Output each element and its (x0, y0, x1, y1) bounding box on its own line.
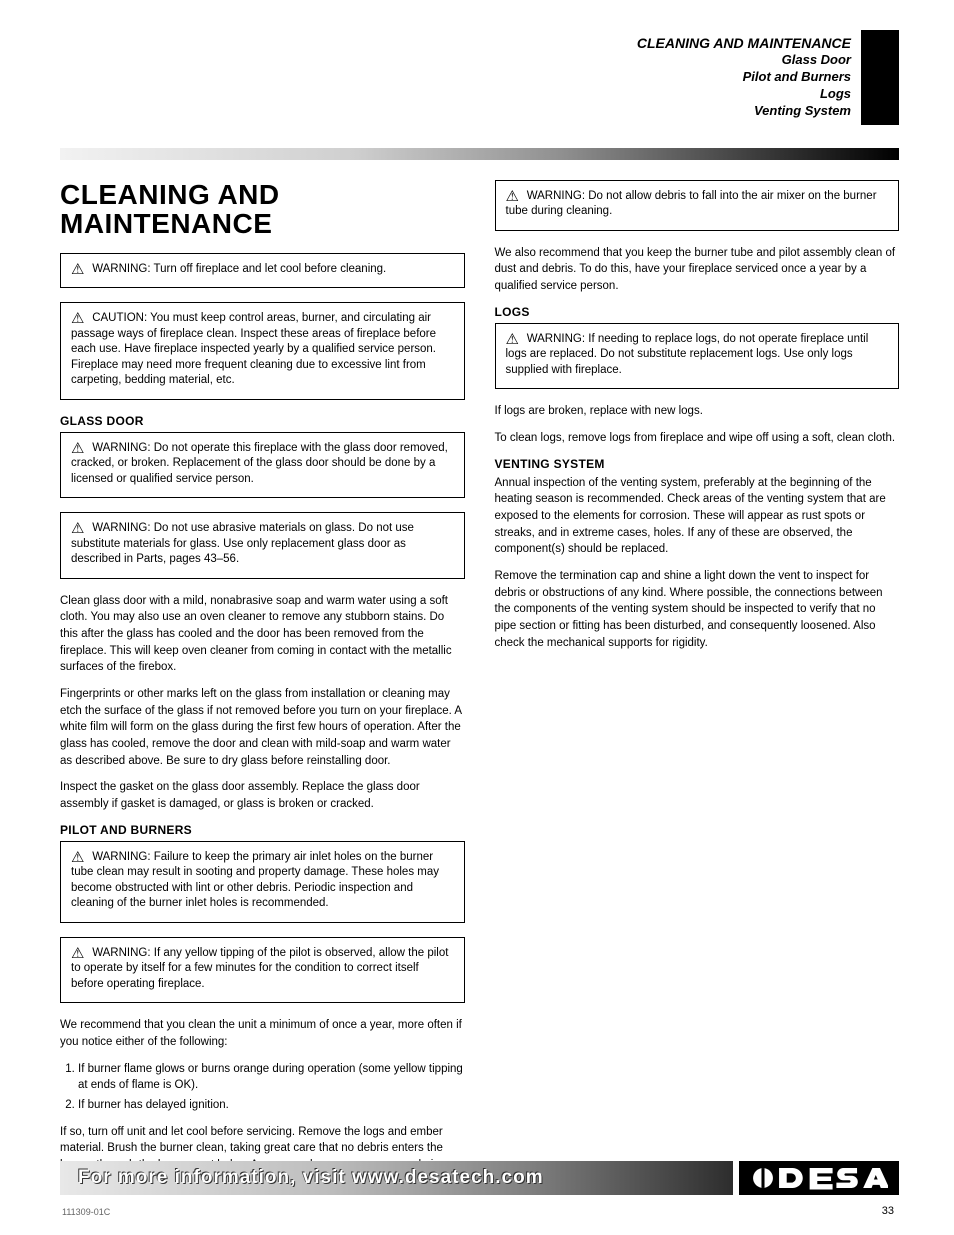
warning-text-2: WARNING: Do not operate this fireplace w… (71, 442, 448, 485)
vent-paragraph-2: Remove the termination cap and shine a l… (495, 568, 900, 651)
pilot-list: If burner flame glows or burns orange du… (78, 1061, 465, 1114)
footer-gradient: For more information, visit www.desatech… (60, 1161, 733, 1195)
desa-logo (739, 1161, 899, 1195)
header-block: CLEANING AND MAINTENANCE Glass Door Pilo… (60, 30, 899, 120)
glass-paragraph-2: Fingerprints or other marks left on the … (60, 686, 465, 769)
caution-text-1: CAUTION: You must keep control areas, bu… (71, 312, 436, 386)
warning-icon: ⚠ (506, 332, 524, 347)
subhead-glass: GLASS DOOR (60, 414, 465, 428)
warning-icon: ⚠ (71, 262, 89, 277)
warning-text-4: WARNING: Failure to keep the primary air… (71, 851, 439, 910)
warning-box-3: ⚠ WARNING: Do not use abrasive materials… (60, 512, 465, 579)
warning-icon: ⚠ (71, 441, 89, 456)
vent-paragraph-1: Annual inspection of the venting system,… (495, 475, 900, 558)
header-line-3: Venting System (637, 103, 851, 120)
header-line-0: Glass Door (637, 52, 851, 69)
page-title: CLEANING AND MAINTENANCE (60, 180, 465, 239)
right-column: ⚠ WARNING: Do not allow debris to fall i… (495, 180, 900, 1201)
warning-box-4: ⚠ WARNING: Failure to keep the primary a… (60, 841, 465, 923)
warning-icon: ⚠ (71, 311, 89, 326)
header-line-1: Pilot and Burners (637, 69, 851, 86)
divider-gradient (60, 148, 899, 160)
cleaner-paragraph: We also recommend that you keep the burn… (495, 245, 900, 295)
glass-paragraph-3: Inspect the gasket on the glass door ass… (60, 779, 465, 812)
subhead-venting: VENTING SYSTEM (495, 457, 900, 471)
warning-icon: ⚠ (71, 850, 89, 865)
header-main: CLEANING AND MAINTENANCE (637, 34, 851, 52)
footer-bar: For more information, visit www.desatech… (60, 1161, 899, 1195)
warning-icon: ⚠ (506, 189, 524, 204)
warning-text-7: WARNING: If needing to replace logs, do … (506, 333, 869, 376)
header-line-2: Logs (637, 86, 851, 103)
logs-paragraph-1: If logs are broken, replace with new log… (495, 403, 900, 420)
warning-box-2: ⚠ WARNING: Do not operate this fireplace… (60, 432, 465, 499)
logo-icon (750, 1165, 888, 1191)
subhead-logs: LOGS (495, 305, 900, 319)
page-id: 111309-01C (62, 1207, 110, 1217)
warning-icon: ⚠ (71, 521, 89, 536)
warning-box-5: ⚠ WARNING: If any yellow tipping of the … (60, 937, 465, 1004)
glass-paragraph-1: Clean glass door with a mild, nonabrasiv… (60, 593, 465, 676)
warning-icon: ⚠ (71, 946, 89, 961)
list-item: If burner has delayed ignition. (78, 1097, 465, 1114)
page-number: 33 (882, 1205, 894, 1217)
header-tab (861, 30, 899, 125)
footer-text: For more information, visit www.desatech… (78, 1167, 544, 1189)
pilot-paragraph-1: We recommend that you clean the unit a m… (60, 1017, 465, 1050)
warning-box-6: ⚠ WARNING: Do not allow debris to fall i… (495, 180, 900, 231)
list-item: If burner flame glows or burns orange du… (78, 1061, 465, 1094)
warning-text-1: WARNING: Turn off fireplace and let cool… (92, 263, 386, 275)
left-column: CLEANING AND MAINTENANCE ⚠ WARNING: Turn… (60, 180, 465, 1201)
logs-paragraph-2: To clean logs, remove logs from fireplac… (495, 430, 900, 447)
warning-text-3: WARNING: Do not use abrasive materials o… (71, 522, 414, 565)
warning-text-6: WARNING: Do not allow debris to fall int… (506, 190, 877, 218)
caution-box-1: ⚠ CAUTION: You must keep control areas, … (60, 302, 465, 400)
subhead-pilot: PILOT AND BURNERS (60, 823, 465, 837)
warning-text-5: WARNING: If any yellow tipping of the pi… (71, 947, 448, 990)
warning-box-7: ⚠ WARNING: If needing to replace logs, d… (495, 323, 900, 390)
warning-box-1: ⚠ WARNING: Turn off fireplace and let co… (60, 253, 465, 289)
